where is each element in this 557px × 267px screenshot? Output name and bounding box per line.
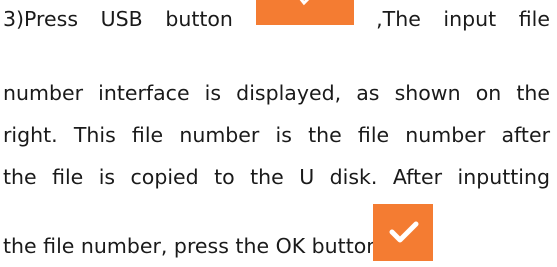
instruction-line-3: right. This file number is the file numb… [3,123,550,147]
checkmark-icon [389,221,419,243]
usb-button-check-icon [299,0,309,5]
document-page: 3)Press USB button ,The input file numbe… [0,0,557,267]
usb-button-icon [255,0,354,25]
instruction-line-2: number interface is displayed, as shown … [3,81,550,105]
instruction-line-4: the file is copied to the U disk. After … [3,165,550,189]
ok-button-icon [373,204,433,261]
after-usb-icon-text: ,The [376,7,421,31]
instruction-line-1: 3)Press USB button ,The input file [3,0,550,36]
step-prefix-text: 3)Press [3,7,78,31]
instruction-line-5: the file number, press the OK button. [3,234,386,258]
input-text: input [443,7,497,31]
file-text: file [518,7,550,31]
usb-text: USB [100,7,143,31]
button-text: button [165,7,233,31]
